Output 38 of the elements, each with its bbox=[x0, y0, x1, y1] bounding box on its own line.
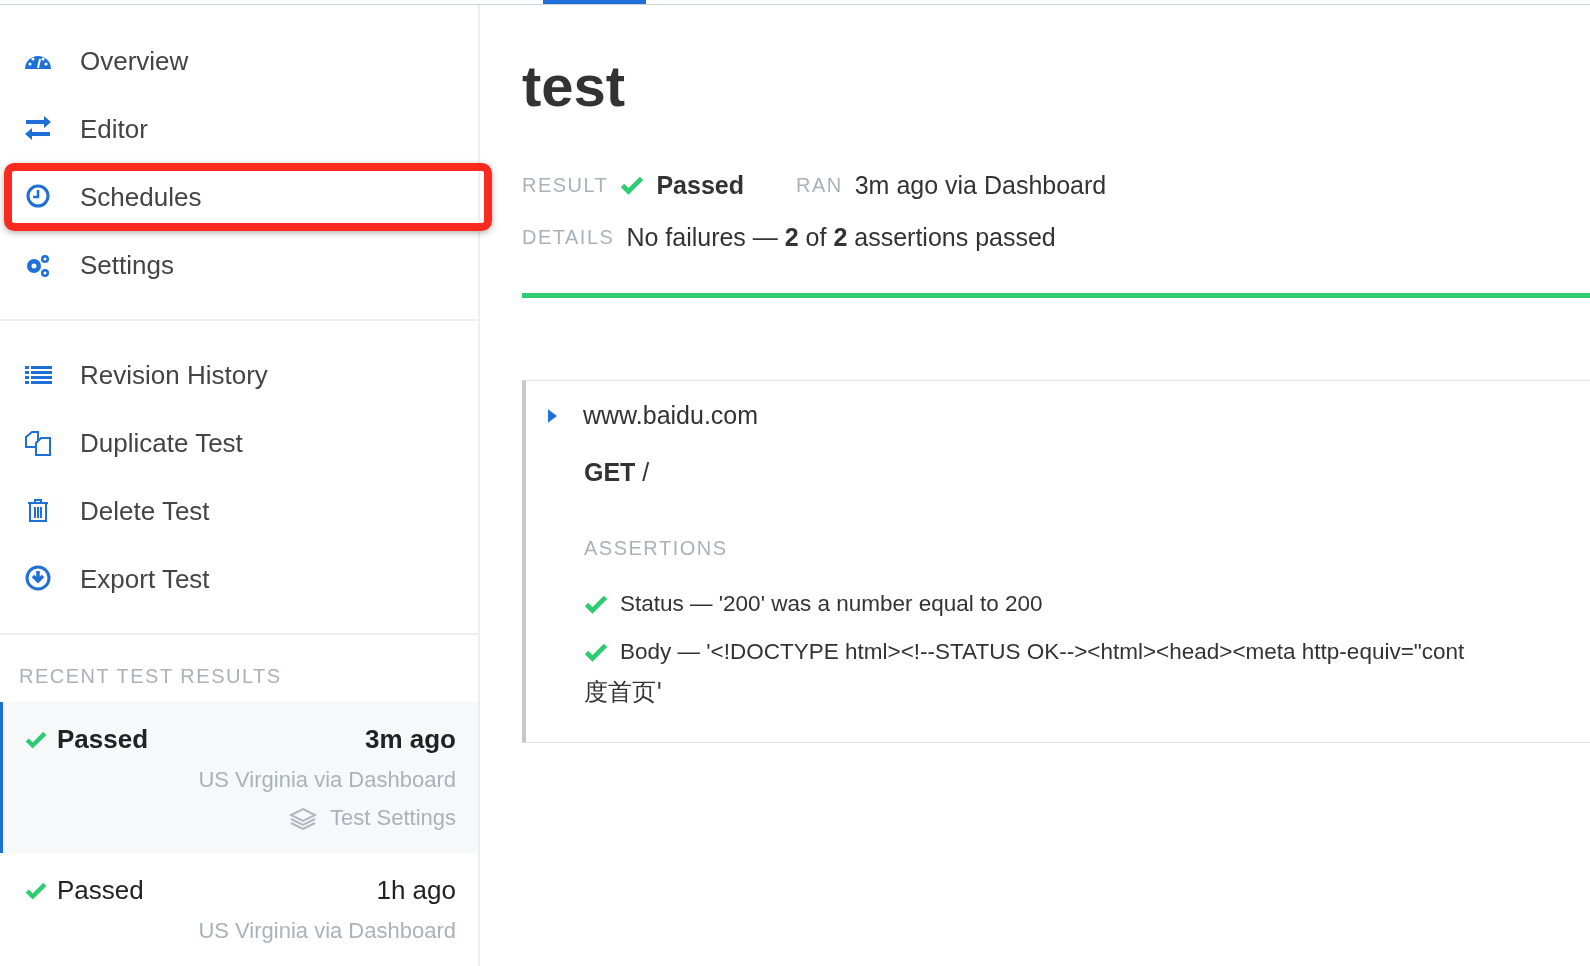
result-label: RESULT bbox=[522, 173, 609, 197]
section-heading: RECENT TEST RESULTS bbox=[18, 664, 283, 689]
download-icon bbox=[24, 565, 52, 593]
caret-icon[interactable] bbox=[548, 408, 557, 423]
nav-item[interactable]: Editor bbox=[0, 95, 478, 163]
request-line: GET / bbox=[584, 458, 651, 487]
layers-icon bbox=[288, 806, 319, 830]
nav-item[interactable]: Overview bbox=[0, 27, 478, 95]
request-host: www.baidu.com bbox=[583, 401, 759, 430]
action-item[interactable]: Revision History bbox=[0, 341, 478, 409]
details-value: No failures — 2 of 2 assertions passed bbox=[626, 222, 1056, 252]
check-icon bbox=[25, 881, 47, 900]
result-item[interactable]: Passed 1h ago US Virginia via Dashboard bbox=[0, 853, 478, 966]
details-label: DETAILS bbox=[522, 225, 615, 249]
assertion-text: Body — '<!DOCTYPE html><!--STATUS OK--><html><head><meta http-equiv="cont bbox=[620, 639, 1465, 665]
ran-value: 3m ago via Dashboard bbox=[854, 170, 1107, 200]
assertion-text: 度首页' bbox=[584, 677, 664, 708]
assertion-text: Status — '200' was a number equal to 200 bbox=[620, 591, 1043, 617]
section-heading: ASSERTIONS bbox=[584, 537, 729, 560]
action-item[interactable]: Duplicate Test bbox=[0, 409, 478, 477]
action-item[interactable]: Export Test bbox=[0, 545, 478, 613]
arrows-icon bbox=[24, 115, 52, 143]
check-icon bbox=[620, 175, 645, 195]
result-status: Passed bbox=[57, 724, 149, 755]
result-value: Passed bbox=[656, 170, 744, 200]
result-time: 3m ago bbox=[364, 724, 456, 755]
ran-label: RAN bbox=[796, 173, 843, 197]
result-location: US Virginia via Dashboard bbox=[197, 918, 456, 944]
action-item[interactable]: Delete Test bbox=[0, 477, 478, 545]
result-location: US Virginia via Dashboard bbox=[197, 767, 456, 793]
result-status: Passed bbox=[57, 875, 144, 906]
result-time: 1h ago bbox=[376, 875, 456, 906]
copy-icon bbox=[24, 429, 52, 457]
nav-item[interactable]: Schedules bbox=[0, 163, 478, 231]
check-icon bbox=[25, 730, 47, 749]
result-item[interactable]: Passed 3m ago US Virginia via Dashboard Test Settings bbox=[0, 702, 478, 853]
nav-item[interactable]: Settings bbox=[0, 231, 478, 299]
test-title: test bbox=[522, 57, 627, 115]
